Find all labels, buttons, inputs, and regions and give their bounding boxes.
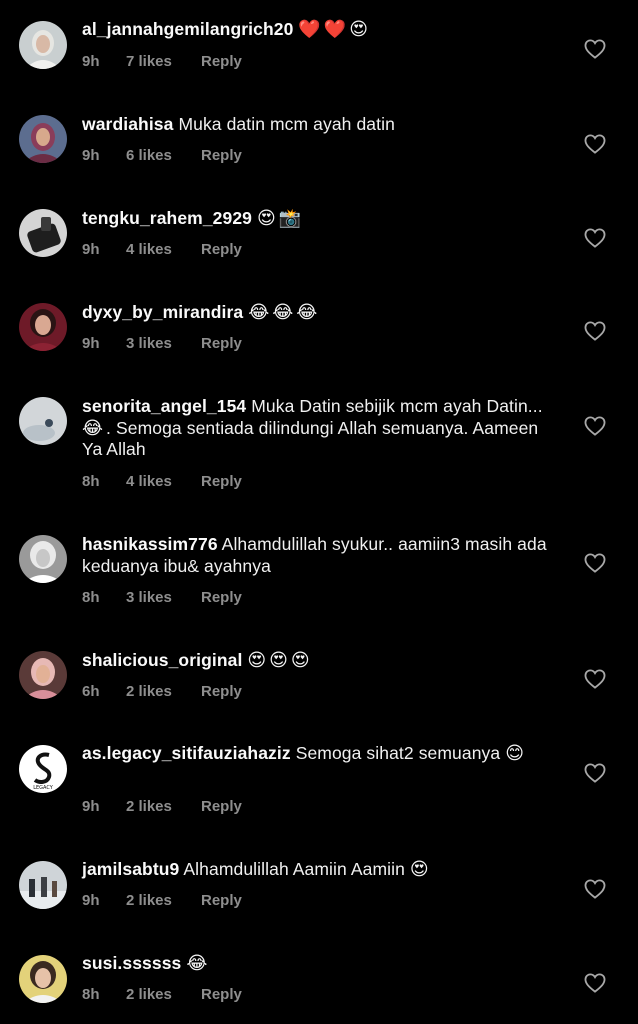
reply-button[interactable]: Reply — [201, 683, 242, 700]
comment-meta: 9h 7 likes Reply — [82, 53, 242, 70]
comment-emoji: 😍📸 — [256, 208, 305, 229]
comment-username[interactable]: shalicious_original — [82, 650, 242, 670]
heart-icon[interactable] — [584, 39, 606, 59]
comment-text: senorita_angel_154 Muka Datin sebijik mc… — [82, 396, 552, 461]
comment-text: dyxy_by_mirandira 😂😂😂 — [82, 302, 552, 324]
comment-text: jamilsabtu9 Alhamdulillah Aamiin Aamiin … — [82, 859, 552, 881]
reply-button[interactable]: Reply — [201, 986, 242, 1003]
comment-username[interactable]: wardiahisa — [82, 114, 173, 134]
comment-time: 9h — [82, 798, 100, 815]
avatar[interactable] — [19, 21, 67, 69]
comment-emoji: ❤️❤️😍 — [298, 19, 371, 40]
comment-emoji: 😂😂😂 — [248, 302, 321, 323]
comment-likes[interactable]: 3 likes — [126, 335, 201, 352]
comment-time: 8h — [82, 473, 100, 490]
comment-likes[interactable]: 2 likes — [126, 683, 201, 700]
comment-username[interactable]: susi.ssssss — [82, 953, 181, 973]
comment-meta: 9h 4 likes Reply — [82, 241, 242, 258]
avatar[interactable] — [19, 397, 67, 445]
comment-text: shalicious_original 😍😍😍 — [82, 650, 552, 672]
avatar[interactable] — [19, 209, 67, 257]
comment-time: 8h — [82, 986, 100, 1003]
avatar[interactable]: LEGACY — [19, 745, 67, 793]
comment-meta: 8h 3 likes Reply — [82, 589, 242, 606]
comment-likes[interactable]: 4 likes — [126, 241, 201, 258]
avatar[interactable] — [19, 651, 67, 699]
heart-icon[interactable] — [584, 763, 606, 783]
comment-username[interactable]: al_jannahgemilangrich20 — [82, 19, 293, 39]
comment-body: Muka Datin sebijik mcm ayah Datin... — [251, 396, 543, 416]
comment-time: 9h — [82, 892, 100, 909]
comment-text: as.legacy_sitifauziahaziz Semoga sihat2 … — [82, 743, 552, 765]
comment-time: 9h — [82, 241, 100, 258]
comment-meta: 9h 6 likes Reply — [82, 147, 242, 164]
comment-username[interactable]: as.legacy_sitifauziahaziz — [82, 743, 291, 763]
comment-likes[interactable]: 2 likes — [126, 986, 201, 1003]
reply-button[interactable]: Reply — [201, 892, 242, 909]
comment-meta: 9h 2 likes Reply — [82, 798, 242, 815]
comment-emoji: 😍😍😍 — [247, 650, 313, 671]
comment-likes[interactable]: 2 likes — [126, 892, 201, 909]
comment-meta: 6h 2 likes Reply — [82, 683, 242, 700]
comment-text: tengku_rahem_2929 😍📸 — [82, 208, 552, 230]
heart-icon[interactable] — [584, 973, 606, 993]
heart-icon[interactable] — [584, 553, 606, 573]
comment-body: Semoga sihat2 semuanya — [295, 743, 501, 763]
comment-text: hasnikassim776 Alhamdulillah syukur.. aa… — [82, 534, 552, 577]
comment-likes[interactable]: 4 likes — [126, 473, 201, 490]
comment-meta: 8h 4 likes Reply — [82, 473, 242, 490]
comment-emoji: 😂 — [82, 417, 107, 439]
avatar[interactable] — [19, 115, 67, 163]
comment-likes[interactable]: 2 likes — [126, 798, 201, 815]
heart-icon[interactable] — [584, 321, 606, 341]
heart-icon[interactable] — [584, 879, 606, 899]
comment-username[interactable]: dyxy_by_mirandira — [82, 302, 243, 322]
reply-button[interactable]: Reply — [201, 241, 242, 258]
comment-username[interactable]: jamilsabtu9 — [82, 859, 179, 879]
reply-button[interactable]: Reply — [201, 147, 242, 164]
comment-username[interactable]: tengku_rahem_2929 — [82, 208, 252, 228]
comment-time: 8h — [82, 589, 100, 606]
comment-meta: 9h 3 likes Reply — [82, 335, 242, 352]
reply-button[interactable]: Reply — [201, 473, 242, 490]
comment-time: 6h — [82, 683, 100, 700]
heart-icon[interactable] — [584, 228, 606, 248]
heart-icon[interactable] — [584, 134, 606, 154]
comment-body: Alhamdulillah Aamiin Aamiin — [183, 859, 405, 879]
comment-likes[interactable]: 6 likes — [126, 147, 201, 164]
comment-username[interactable]: hasnikassim776 — [82, 534, 218, 554]
comment-meta: 9h 2 likes Reply — [82, 892, 242, 909]
reply-button[interactable]: Reply — [201, 589, 242, 606]
avatar[interactable] — [19, 535, 67, 583]
reply-button[interactable]: Reply — [201, 53, 242, 70]
reply-button[interactable]: Reply — [201, 798, 242, 815]
avatar[interactable] — [19, 955, 67, 1003]
comment-emoji: 😂 — [186, 953, 211, 974]
comment-time: 9h — [82, 335, 100, 352]
comment-likes[interactable]: 3 likes — [126, 589, 201, 606]
comment-username[interactable]: senorita_angel_154 — [82, 396, 246, 416]
comment-text: al_jannahgemilangrich20 ❤️❤️😍 — [82, 19, 552, 41]
comment-meta: 8h 2 likes Reply — [82, 986, 242, 1003]
heart-icon[interactable] — [584, 669, 606, 689]
reply-button[interactable]: Reply — [201, 335, 242, 352]
comment-time: 9h — [82, 53, 100, 70]
comment-emoji: 😊 — [505, 743, 527, 764]
avatar[interactable] — [19, 861, 67, 909]
comment-emoji: 😍 — [409, 859, 432, 880]
comment-time: 9h — [82, 147, 100, 164]
comment-text: wardiahisa Muka datin mcm ayah datin — [82, 114, 552, 136]
comment-body: Muka datin mcm ayah datin — [178, 114, 395, 134]
comment-likes[interactable]: 7 likes — [126, 53, 201, 70]
avatar[interactable] — [19, 303, 67, 351]
comment-text: susi.ssssss 😂 — [82, 953, 552, 975]
avatar-legacy-label: LEGACY — [33, 785, 54, 791]
heart-icon[interactable] — [584, 416, 606, 436]
comment-body-continued: . Semoga sentiada dilindungi Allah semua… — [82, 417, 539, 460]
